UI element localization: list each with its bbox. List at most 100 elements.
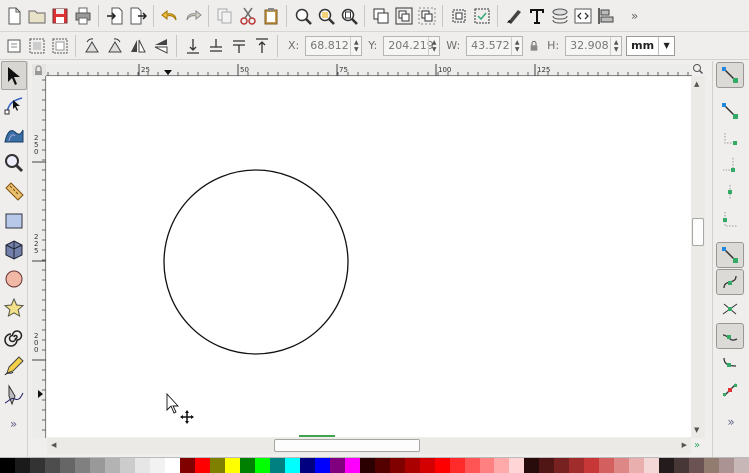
- color-swatch[interactable]: [299, 458, 315, 473]
- resize-grip-icon[interactable]: »: [694, 440, 700, 451]
- snap-bbox-corner-button[interactable]: [716, 152, 744, 178]
- ungroup-icon[interactable]: [415, 4, 438, 28]
- scroll-up-arrow[interactable]: ▲: [694, 80, 699, 88]
- zoom-tool[interactable]: [1, 148, 27, 177]
- x-value[interactable]: 68.812: [306, 39, 350, 52]
- color-swatch[interactable]: [584, 458, 600, 473]
- color-swatch[interactable]: [284, 458, 300, 473]
- snap-cusp-button[interactable]: [716, 323, 744, 349]
- flip-horizontal-icon[interactable]: [126, 34, 149, 58]
- rotate-ccw-icon[interactable]: [80, 34, 103, 58]
- color-swatch[interactable]: [359, 458, 375, 473]
- redo-icon[interactable]: [181, 4, 204, 28]
- select-all-icon[interactable]: [447, 4, 470, 28]
- color-swatch[interactable]: [104, 458, 120, 473]
- color-swatch[interactable]: [734, 458, 749, 473]
- fill-stroke-icon[interactable]: [502, 4, 525, 28]
- star-tool[interactable]: [1, 293, 27, 322]
- w-value[interactable]: 43.572: [467, 39, 511, 52]
- measure-tool[interactable]: [1, 177, 27, 206]
- color-swatch[interactable]: [464, 458, 480, 473]
- text-font-icon[interactable]: [525, 4, 548, 28]
- color-swatch[interactable]: [224, 458, 240, 473]
- color-swatch[interactable]: [0, 458, 15, 473]
- layers-icon[interactable]: [548, 4, 571, 28]
- h-input[interactable]: 32.908 ▲ ▼: [565, 35, 623, 56]
- color-swatch[interactable]: [74, 458, 90, 473]
- select-all-layers-icon[interactable]: [25, 34, 48, 58]
- scroll-right-arrow[interactable]: ▶: [682, 441, 687, 449]
- color-swatch[interactable]: [719, 458, 735, 473]
- color-swatch[interactable]: [29, 458, 45, 473]
- snap-bbox-midpoint-button[interactable]: [716, 179, 744, 205]
- tweak-tool[interactable]: [1, 119, 27, 148]
- horizontal-scroll-thumb[interactable]: [274, 439, 420, 452]
- color-swatch[interactable]: [44, 458, 60, 473]
- vertical-scrollbar[interactable]: ▲ ▼: [691, 76, 705, 438]
- paste-icon[interactable]: [259, 4, 282, 28]
- color-swatch[interactable]: [254, 458, 270, 473]
- undo-icon[interactable]: [158, 4, 181, 28]
- unit-select[interactable]: mm ▼: [626, 35, 676, 56]
- snap-midpoint-button[interactable]: [716, 377, 744, 403]
- color-swatch[interactable]: [164, 458, 180, 473]
- color-swatch[interactable]: [404, 458, 420, 473]
- rectangle-tool[interactable]: [1, 206, 27, 235]
- deselect-icon[interactable]: [48, 34, 71, 58]
- color-swatch[interactable]: [674, 458, 690, 473]
- snap-intersection-button[interactable]: [716, 296, 744, 322]
- node-tool[interactable]: [1, 90, 27, 119]
- raise-to-top-icon[interactable]: [250, 34, 273, 58]
- chevron-down-icon[interactable]: ▼: [658, 36, 674, 55]
- snap-overflow-chevron[interactable]: »: [713, 415, 749, 429]
- xml-editor-icon[interactable]: [571, 4, 594, 28]
- open-folder-icon[interactable]: [25, 4, 48, 28]
- color-swatch[interactable]: [194, 458, 210, 473]
- color-swatch[interactable]: [689, 458, 705, 473]
- color-palette[interactable]: [0, 457, 749, 473]
- color-swatch[interactable]: [629, 458, 645, 473]
- align-distribute-icon[interactable]: [594, 4, 617, 28]
- y-stepper[interactable]: ▲ ▼: [428, 36, 439, 55]
- zoom-selection-icon[interactable]: [291, 4, 314, 28]
- zoom-page-icon[interactable]: [337, 4, 360, 28]
- ellipse-tool[interactable]: [1, 264, 27, 293]
- x-stepper[interactable]: ▲ ▼: [350, 36, 361, 55]
- flip-vertical-icon[interactable]: [149, 34, 172, 58]
- color-swatch[interactable]: [419, 458, 435, 473]
- save-icon[interactable]: [48, 4, 71, 28]
- raise-icon[interactable]: [227, 34, 250, 58]
- color-swatch[interactable]: [599, 458, 615, 473]
- y-value[interactable]: 204.219: [384, 39, 434, 52]
- color-swatch[interactable]: [149, 458, 165, 473]
- color-swatch[interactable]: [179, 458, 195, 473]
- color-swatch[interactable]: [389, 458, 405, 473]
- color-swatch[interactable]: [59, 458, 75, 473]
- duplicate-icon[interactable]: [369, 4, 392, 28]
- select-all-objects-icon[interactable]: [2, 34, 25, 58]
- pencil-tool[interactable]: [1, 351, 27, 380]
- lock-ratio-icon[interactable]: [525, 34, 543, 58]
- select-same-icon[interactable]: [470, 4, 493, 28]
- h-value[interactable]: 32.908: [566, 39, 610, 52]
- color-swatch[interactable]: [524, 458, 540, 473]
- snap-center-button[interactable]: [716, 206, 744, 232]
- color-swatch[interactable]: [644, 458, 660, 473]
- color-swatch[interactable]: [554, 458, 570, 473]
- color-swatch[interactable]: [509, 458, 525, 473]
- color-swatch[interactable]: [269, 458, 285, 473]
- zoom-corner-icon[interactable]: [692, 63, 704, 75]
- new-document-icon[interactable]: [2, 4, 25, 28]
- rotate-cw-icon[interactable]: [103, 34, 126, 58]
- lower-to-bottom-icon[interactable]: [181, 34, 204, 58]
- y-input[interactable]: 204.219 ▲ ▼: [383, 35, 441, 56]
- overflow-chevron[interactable]: »: [631, 9, 638, 23]
- color-swatch[interactable]: [89, 458, 105, 473]
- w-stepper[interactable]: ▲ ▼: [511, 36, 522, 55]
- spiral-tool[interactable]: [1, 322, 27, 351]
- horizontal-scrollbar[interactable]: ◀ ▶: [47, 438, 691, 454]
- export-icon[interactable]: [126, 4, 149, 28]
- import-icon[interactable]: [103, 4, 126, 28]
- snap-enable-button[interactable]: [716, 62, 744, 88]
- snap-smooth-button[interactable]: [716, 350, 744, 376]
